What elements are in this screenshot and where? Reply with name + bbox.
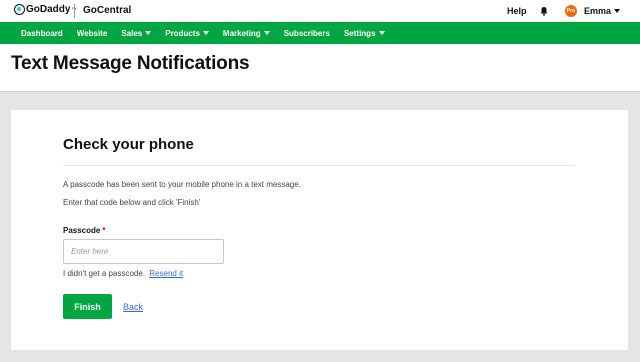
nav-item-products[interactable]: Products: [165, 29, 209, 38]
product-name[interactable]: GoCentral: [83, 5, 131, 16]
page-header: Text Message Notifications: [0, 44, 640, 92]
nav-item-subscribers[interactable]: Subscribers: [284, 29, 330, 38]
chevron-down-icon: [145, 31, 152, 35]
avatar[interactable]: Pro: [565, 5, 577, 17]
help-link[interactable]: Help: [507, 6, 527, 16]
nav-item-website[interactable]: Website: [77, 29, 108, 38]
instruction-message: Enter that code below and click 'Finish': [63, 198, 201, 207]
card-title: Check your phone: [63, 136, 194, 153]
godaddy-logo-icon: [14, 4, 25, 15]
chevron-down-icon: [378, 31, 385, 35]
nav-item-marketing[interactable]: Marketing: [223, 29, 270, 38]
chevron-down-icon: [614, 9, 621, 13]
no-passcode-text: I didn't get a passcode.: [63, 269, 146, 278]
user-menu[interactable]: Emma: [584, 6, 621, 16]
chevron-down-icon: [202, 31, 209, 35]
finish-button[interactable]: Finish: [63, 294, 112, 319]
passcode-sent-message: A passcode has been sent to your mobile …: [63, 180, 301, 189]
user-name: Emma: [584, 6, 612, 16]
divider: [63, 165, 574, 166]
bell-icon[interactable]: [539, 6, 549, 16]
resend-line: I didn't get a passcode. Resend it: [63, 269, 183, 278]
header-divider: [74, 4, 75, 18]
nav-item-settings[interactable]: Settings: [344, 29, 385, 38]
nav-item-dashboard[interactable]: Dashboard: [21, 29, 63, 38]
passcode-label: Passcode *: [63, 226, 106, 235]
main-nav: Dashboard Website Sales Products Marketi…: [0, 22, 640, 44]
chevron-down-icon: [263, 31, 270, 35]
nav-item-sales[interactable]: Sales: [121, 29, 152, 38]
passcode-input[interactable]: [63, 239, 224, 264]
page-title: Text Message Notifications: [11, 53, 250, 74]
required-marker: *: [102, 226, 106, 235]
brand-name: GoDaddy: [26, 4, 71, 15]
godaddy-logo[interactable]: GoDaddy™: [14, 4, 76, 15]
resend-link[interactable]: Resend it: [149, 269, 183, 278]
passcode-card: Check your phone A passcode has been sen…: [11, 110, 628, 350]
back-link[interactable]: Back: [123, 302, 143, 312]
top-bar: GoDaddy™ GoCentral Help Pro Emma: [0, 0, 640, 22]
